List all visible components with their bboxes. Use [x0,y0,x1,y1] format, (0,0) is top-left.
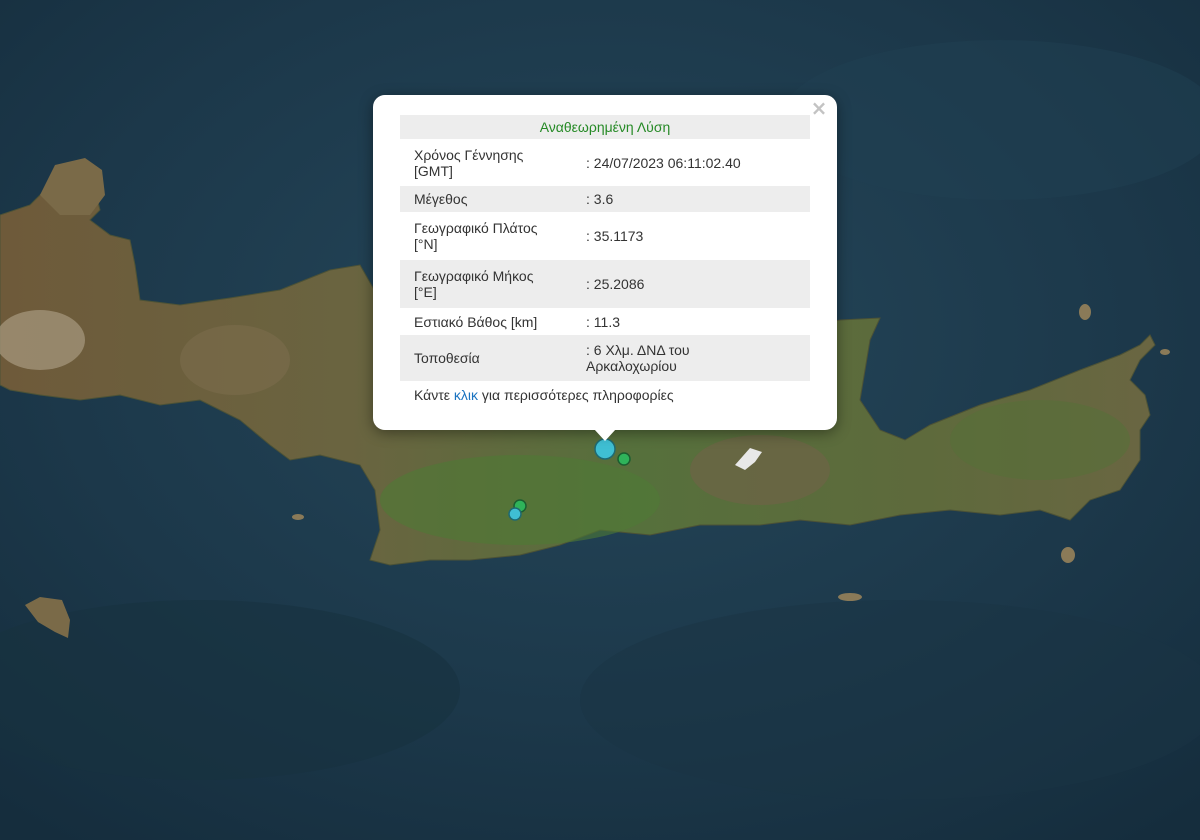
footer-prefix: Κάντε [414,387,454,403]
small-island [1061,547,1075,563]
row-value: : 3.6 [586,191,614,207]
earthquake-marker[interactable] [617,452,631,466]
mountain-area [180,325,290,395]
mountain-area [690,435,830,505]
table-row: Τοποθεσία : 6 Χλμ. ΔΝΔ του Αρκαλοχωρίου [400,335,810,381]
row-label: Τοποθεσία [414,350,480,366]
small-island [838,593,862,601]
row-value: : 35.1173 [586,228,644,244]
table-row: Χρόνος Γέννησης [GMT] : 24/07/2023 06:11:… [400,139,810,186]
row-label: Γεωγραφικό Μήκος [°E] [414,268,534,300]
earthquake-marker[interactable] [594,438,616,460]
plain-area [950,400,1130,480]
earthquake-popup: × Αναθεωρημένη Λύση Χρόνος Γέννησης [GMT]… [373,95,837,430]
sea-shade [780,40,1200,200]
row-label: Μέγεθος [414,191,468,207]
small-island [1079,304,1091,320]
close-icon[interactable]: × [809,97,829,119]
row-value: : 25.2086 [586,276,645,292]
table-row: Γεωγραφικό Πλάτος [°N] : 35.1173 [400,212,810,260]
popup-tip [594,429,616,441]
table-row: Γεωγραφικό Μήκος [°E] : 25.2086 [400,260,810,308]
row-label: Εστιακό Βάθος [km] [414,313,538,330]
row-label: Γεωγραφικό Πλάτος [°N] [414,220,538,252]
footer-suffix: για περισσότερες πληροφορίες [478,387,674,403]
info-table: Χρόνος Γέννησης [GMT] : 24/07/2023 06:11:… [400,139,810,381]
row-value: : 6 Χλμ. ΔΝΔ του Αρκαλοχωρίου [586,342,690,374]
small-island [292,514,304,520]
earthquake-marker[interactable] [508,507,522,521]
more-info-link[interactable]: κλικ [454,387,478,403]
row-label: Χρόνος Γέννησης [GMT] [414,146,524,179]
row-value: : 11.3 [586,313,620,330]
sea-shade [580,600,1200,800]
row-value: : 24/07/2023 06:11:02.40 [586,154,741,171]
popup-title: Αναθεωρημένη Λύση [400,115,810,139]
table-row: Εστιακό Βάθος [km] : 11.3 [400,308,810,335]
table-row: Μέγεθος : 3.6 [400,186,810,212]
popup-footer: Κάντε κλικ για περισσότερες πληροφορίες [414,387,674,403]
small-island [1160,349,1170,355]
